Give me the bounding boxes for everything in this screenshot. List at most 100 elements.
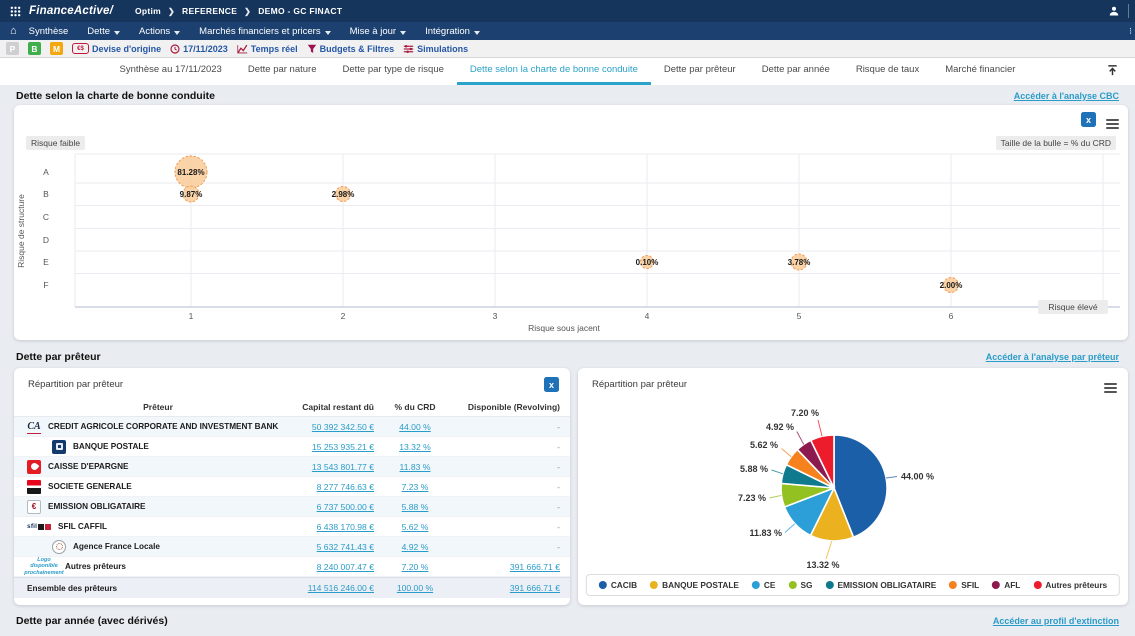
breadcrumb-item[interactable]: REFERENCE — [182, 6, 237, 16]
legend-item-afl[interactable]: AFL — [992, 580, 1020, 590]
tab-risque-de-taux[interactable]: Risque de taux — [843, 58, 932, 85]
legend-item-ce[interactable]: CE — [752, 580, 776, 590]
pct-value-link[interactable]: 4.92 % — [402, 542, 429, 552]
total-capital-link[interactable]: 114 516 246.00 € — [308, 583, 374, 593]
chart-menu-icon[interactable] — [1106, 117, 1119, 131]
logo-placeholder: Logo disponible prochainement — [27, 560, 61, 574]
home-icon[interactable]: ⌂ — [10, 26, 17, 37]
nav-item-dette[interactable]: Dette — [87, 26, 120, 37]
total-pct-link[interactable]: 100.00 % — [397, 583, 433, 593]
realtime-toggle[interactable]: Temps réel — [237, 44, 298, 54]
badge-p[interactable]: P — [6, 42, 19, 55]
date-selector[interactable]: 17/11/2023 — [170, 44, 228, 54]
pct-value-link[interactable]: 13.32 % — [399, 442, 431, 452]
badge-b[interactable]: B — [28, 42, 41, 55]
y-axis-label: Risque de structure — [16, 194, 26, 268]
bubble-label: 2.98% — [332, 190, 355, 199]
tab-dette-charte-bonne-conduite[interactable]: Dette selon la charte de bonne conduite — [457, 58, 651, 85]
breadcrumb-item[interactable]: Optim — [135, 6, 161, 16]
pct-value-link[interactable]: 5.88 % — [402, 502, 429, 512]
pct-value-link[interactable]: 7.23 % — [402, 482, 429, 492]
capital-value-link[interactable]: 8 277 746.63 € — [317, 482, 374, 492]
table-row: CAISSE D'EPARGNE 13 543 801.77 € 11.83 %… — [14, 457, 570, 477]
simulations-button[interactable]: Simulations — [403, 44, 468, 54]
pct-value-link[interactable]: 11.83 % — [400, 462, 431, 472]
extinction-profile-link[interactable]: Accéder au profil d'extinction — [993, 616, 1119, 626]
line-chart-icon — [237, 44, 248, 54]
legend-dot — [788, 581, 796, 589]
breadcrumb-item[interactable]: DEMO - GC FINACT — [258, 6, 342, 16]
pct-value-link[interactable]: 44.00 % — [399, 422, 431, 432]
app-grid-icon[interactable] — [10, 6, 21, 17]
total-avail-link[interactable]: 391 666.71 € — [510, 583, 560, 593]
excel-export-icon[interactable]: x — [544, 377, 559, 392]
more-options-icon[interactable]: ⁝ — [1129, 26, 1133, 37]
ca-cib-logo: CA — [27, 420, 41, 434]
tab-dette-type-risque[interactable]: Dette par type de risque — [330, 58, 457, 85]
chart-menu-icon[interactable] — [1104, 381, 1117, 395]
tab-dette-par-annee[interactable]: Dette par année — [749, 58, 843, 85]
section-header-annee: Dette par année (avec dérivés) Accéder a… — [0, 605, 1135, 625]
nav-item-actions[interactable]: Actions — [139, 26, 180, 37]
avail-value: - — [446, 482, 570, 492]
currency-selector[interactable]: €$ Devise d'origine — [72, 43, 161, 54]
lender-pie-card: Répartition par prêteur — [578, 368, 1128, 605]
budgets-filters-button[interactable]: Budgets & Filtres — [307, 44, 395, 54]
lender-pie-chart: 44.00 % 13.32 % 11.83 % 7.23 % 5.88 % 5.… — [578, 368, 1128, 605]
bubble-label: 2.00% — [940, 281, 963, 290]
cbc-analysis-link[interactable]: Accéder à l'analyse CBC — [1014, 91, 1119, 101]
table-row: Agence France Locale 5 632 741.43 € 4.92… — [14, 537, 570, 557]
bubble-label: 81.28% — [177, 168, 204, 177]
legend-item-sg[interactable]: SG — [788, 580, 812, 590]
user-icon[interactable] — [1108, 5, 1120, 17]
pie-label: 7.23 % — [738, 493, 766, 503]
capital-value-link[interactable]: 50 392 342.50 € — [312, 422, 374, 432]
legend-dot — [1033, 581, 1041, 589]
chevron-right-icon: ❯ — [244, 7, 251, 16]
tab-synthese-date[interactable]: Synthèse au 17/11/2023 — [107, 58, 235, 85]
section-header-cbc: Dette selon la charte de bonne conduite … — [0, 85, 1135, 105]
legend-item-cacib[interactable]: CACIB — [599, 580, 637, 590]
legend-dot — [825, 581, 833, 589]
legend-item-autres[interactable]: Autres prêteurs — [1033, 580, 1107, 590]
nav-item-synthese[interactable]: Synthèse — [29, 26, 69, 37]
top-app-bar: FinanceActive/ Optim ❯ REFERENCE ❯ DEMO … — [0, 0, 1135, 22]
capital-value-link[interactable]: 6 737 500.00 € — [317, 502, 374, 512]
table-row: €EMISSION OBLIGATAIRE 6 737 500.00 € 5.8… — [14, 497, 570, 517]
table-row: SOCIETE GENERALE 8 277 746.63 € 7.23 % - — [14, 477, 570, 497]
avail-value-link[interactable]: 391 666.71 € — [510, 562, 560, 572]
capital-value-link[interactable]: 5 632 741.43 € — [317, 542, 374, 552]
capital-value-link[interactable]: 15 253 935.21 € — [312, 442, 374, 452]
agence-france-locale-logo — [52, 540, 66, 554]
tab-marche-financier[interactable]: Marché financier — [932, 58, 1028, 85]
legend-item-banque-postale[interactable]: BANQUE POSTALE — [650, 580, 739, 590]
nav-item-integration[interactable]: Intégration — [425, 26, 480, 37]
badge-m[interactable]: M — [50, 42, 63, 55]
bubble-chart: A B C D E F Risque de structure 1 2 3 4 … — [14, 153, 1128, 339]
nav-item-mise-a-jour[interactable]: Mise à jour — [350, 26, 406, 37]
caisse-epargne-logo — [27, 460, 41, 474]
capital-value-link[interactable]: 8 240 007.47 € — [317, 562, 374, 572]
legend-item-sfil[interactable]: SFIL — [949, 580, 979, 590]
pie-label: 5.88 % — [740, 464, 768, 474]
capital-value-link[interactable]: 6 438 170.98 € — [317, 522, 374, 532]
collapse-to-top-icon[interactable] — [1106, 64, 1119, 82]
brand-logo[interactable]: FinanceActive/ — [29, 5, 113, 17]
nav-item-marches[interactable]: Marchés financiers et pricers — [199, 26, 330, 37]
legend-dot — [992, 581, 1000, 589]
excel-export-icon[interactable]: x — [1081, 112, 1096, 127]
pct-value-link[interactable]: 7.20 % — [402, 562, 429, 572]
emission-obligataire-logo: € — [27, 500, 41, 514]
tab-dette-par-nature[interactable]: Dette par nature — [235, 58, 330, 85]
tab-dette-par-preteur[interactable]: Dette par prêteur — [651, 58, 749, 85]
capital-value-link[interactable]: 13 543 801.77 € — [312, 462, 374, 472]
card-title: Répartition par prêteur — [14, 368, 570, 390]
pct-value-link[interactable]: 5.62 % — [402, 522, 429, 532]
pie-legend: CACIB BANQUE POSTALE CE SG EMISSION OBLI… — [586, 574, 1120, 596]
risk-high-label: Risque élevé — [1038, 300, 1108, 314]
sfil-caffil-logo: sfil — [27, 520, 51, 534]
lender-analysis-link[interactable]: Accéder à l'analyse par prêteur — [986, 352, 1119, 362]
legend-item-emission-obligataire[interactable]: EMISSION OBLIGATAIRE — [825, 580, 936, 590]
col-pct-crd: % du CRD — [384, 402, 446, 412]
table-total-row: Ensemble des prêteurs 114 516 246.00 € 1… — [14, 577, 570, 598]
